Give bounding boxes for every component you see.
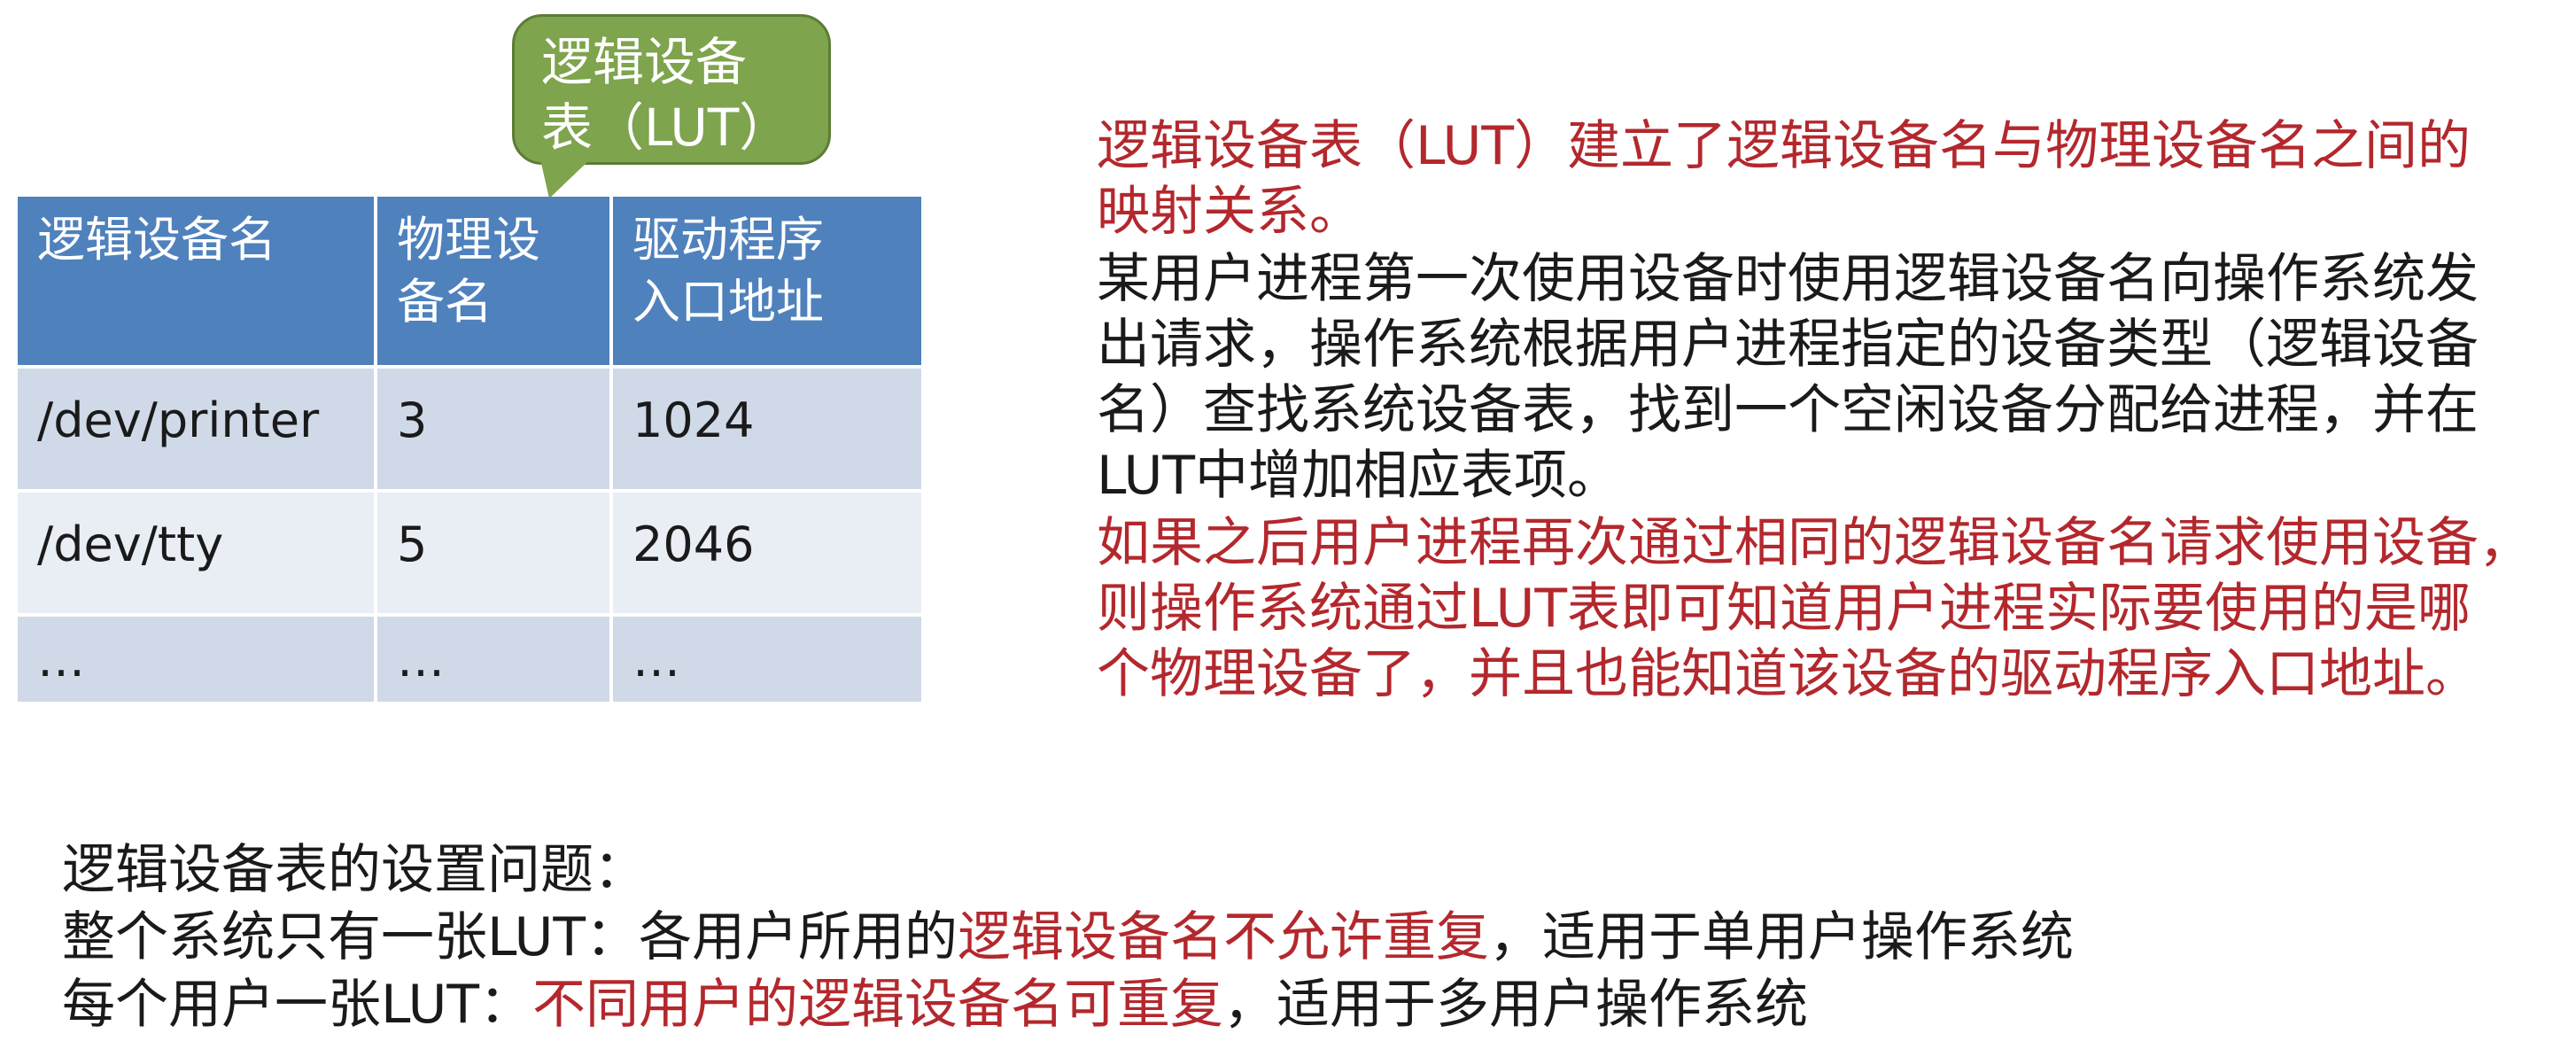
header-cell-line: 入口地址 bbox=[632, 274, 824, 330]
table-row: /dev/printer 3 1024 bbox=[18, 369, 921, 493]
explanation-paragraph-1: 逻辑设备表（LUT）建立了逻辑设备名与物理设备名之间的 映射关系。 bbox=[1097, 113, 2567, 245]
table-cell: 3 bbox=[377, 369, 613, 493]
header-cell-line: 逻辑设备名 bbox=[37, 212, 276, 268]
text-line: 某用户进程第一次使用设备时使用逻辑设备名向操作系统发 bbox=[1097, 248, 2479, 310]
text-line: LUT中增加相应表项。 bbox=[1097, 445, 1621, 507]
issue-text: ，适用于单用户操作系统 bbox=[1489, 906, 2075, 968]
lut-callout: 逻辑设备 表（LUT） bbox=[512, 14, 831, 165]
table-cell: … bbox=[613, 617, 921, 705]
callout-line-1: 逻辑设备 bbox=[541, 32, 748, 92]
text-line: 如果之后用户进程再次通过相同的逻辑设备名请求使用设备， bbox=[1097, 512, 2532, 574]
issue-single-user: 整个系统只有一张LUT：各用户所用的逻辑设备名不允许重复，适用于单用户操作系统 bbox=[62, 904, 2454, 971]
header-cell-line: 物理设 bbox=[397, 212, 540, 268]
table-cell: /dev/tty bbox=[18, 493, 377, 617]
text-line: 名）查找系统设备表，找到一个空闲设备分配给进程，并在 bbox=[1097, 379, 2479, 441]
lut-setup-issues: 逻辑设备表的设置问题： 整个系统只有一张LUT：各用户所用的逻辑设备名不允许重复… bbox=[62, 836, 2454, 1038]
table-cell: … bbox=[18, 617, 377, 705]
header-physical-name: 物理设 备名 bbox=[377, 197, 613, 369]
issue-text: 每个用户一张LUT： bbox=[62, 974, 533, 1036]
table-cell: 1024 bbox=[613, 369, 921, 493]
text-line: 则操作系统通过LUT表即可知道用户进程实际要使用的是哪 bbox=[1097, 578, 2471, 640]
table-header-row: 逻辑设备名 物理设 备名 驱动程序 入口地址 bbox=[18, 197, 921, 369]
text-line: 出请求，操作系统根据用户进程指定的设备类型（逻辑设备 bbox=[1097, 314, 2479, 376]
issue-multi-user: 每个用户一张LUT：不同用户的逻辑设备名可重复，适用于多用户操作系统 bbox=[62, 971, 2454, 1038]
table-cell: /dev/printer bbox=[18, 369, 377, 493]
callout-tail bbox=[540, 159, 590, 198]
table-row: /dev/tty 5 2046 bbox=[18, 493, 921, 617]
explanation-paragraph-3: 如果之后用户进程再次通过相同的逻辑设备名请求使用设备， 则操作系统通过LUT表即… bbox=[1097, 510, 2567, 707]
text-line: 映射关系。 bbox=[1097, 181, 1362, 243]
issue-text: ，适用于多用户操作系统 bbox=[1223, 974, 1809, 1036]
header-cell-line: 备名 bbox=[397, 274, 493, 330]
issue-highlight: 逻辑设备名不允许重复 bbox=[958, 906, 1490, 968]
issue-highlight: 不同用户的逻辑设备名可重复 bbox=[532, 974, 1224, 1036]
header-logical-name: 逻辑设备名 bbox=[18, 197, 377, 369]
text-line: 逻辑设备表（LUT）建立了逻辑设备名与物理设备名之间的 bbox=[1097, 115, 2471, 177]
issue-text: 整个系统只有一张LUT：各用户所用的 bbox=[62, 906, 958, 968]
header-cell-line: 驱动程序 bbox=[632, 212, 824, 268]
table-cell: 2046 bbox=[613, 493, 921, 617]
callout-line-2: 表（LUT） bbox=[541, 97, 791, 158]
table-cell: 5 bbox=[377, 493, 613, 617]
issues-title: 逻辑设备表的设置问题： bbox=[62, 839, 647, 901]
table-cell: … bbox=[377, 617, 613, 705]
table-row: … … … bbox=[18, 617, 921, 705]
explanation-text: 逻辑设备表（LUT）建立了逻辑设备名与物理设备名之间的 映射关系。 某用户进程第… bbox=[1097, 113, 2567, 709]
text-line: 个物理设备了，并且也能知道该设备的驱动程序入口地址。 bbox=[1097, 643, 2479, 705]
lut-table: 逻辑设备名 物理设 备名 驱动程序 入口地址 /dev/printer 3 10… bbox=[18, 197, 921, 705]
explanation-paragraph-2: 某用户进程第一次使用设备时使用逻辑设备名向操作系统发 出请求，操作系统根据用户进… bbox=[1097, 246, 2567, 509]
header-driver-address: 驱动程序 入口地址 bbox=[613, 197, 921, 369]
